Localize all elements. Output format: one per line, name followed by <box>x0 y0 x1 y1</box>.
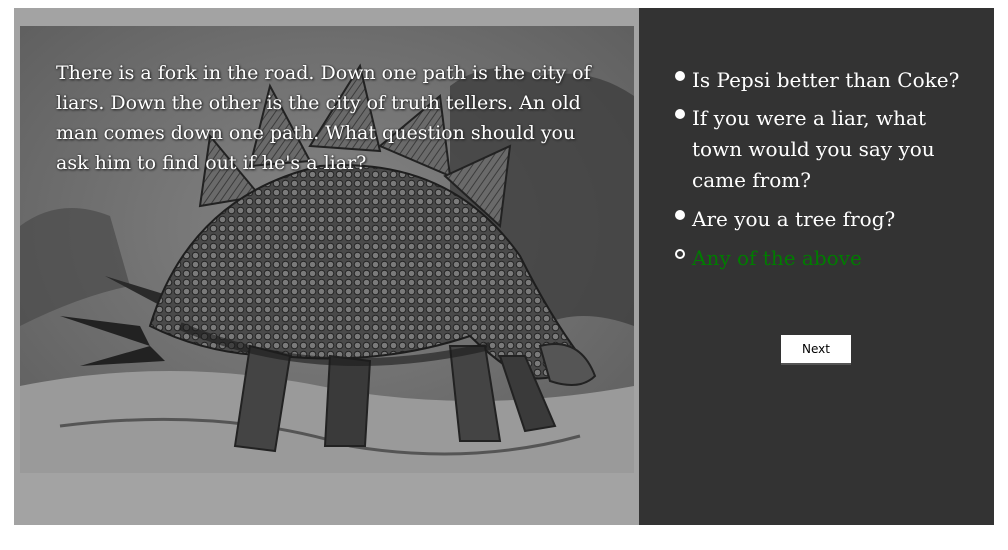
answer-option-1[interactable]: Is Pepsi better than Coke? <box>675 65 975 96</box>
radio-filled-icon[interactable] <box>675 109 685 119</box>
question-panel: There is a fork in the road. Down one pa… <box>14 8 639 525</box>
answer-option-label: If you were a liar, what town would you … <box>692 106 935 192</box>
answer-option-label: Is Pepsi better than Coke? <box>692 68 960 92</box>
answer-panel: Is Pepsi better than Coke? If you were a… <box>639 8 994 525</box>
next-button[interactable]: Next <box>781 335 851 365</box>
question-text: There is a fork in the road. Down one pa… <box>56 62 591 174</box>
answer-option-label: Are you a tree frog? <box>692 207 896 231</box>
answer-option-2[interactable]: If you were a liar, what town would you … <box>675 103 975 196</box>
answer-option-4[interactable]: Any of the above <box>675 243 975 274</box>
radio-filled-icon[interactable] <box>675 210 685 220</box>
radio-empty-icon[interactable] <box>675 249 685 259</box>
radio-filled-icon[interactable] <box>675 71 685 81</box>
answer-option-3[interactable]: Are you a tree frog? <box>675 204 975 235</box>
answer-option-label: Any of the above <box>692 246 862 270</box>
